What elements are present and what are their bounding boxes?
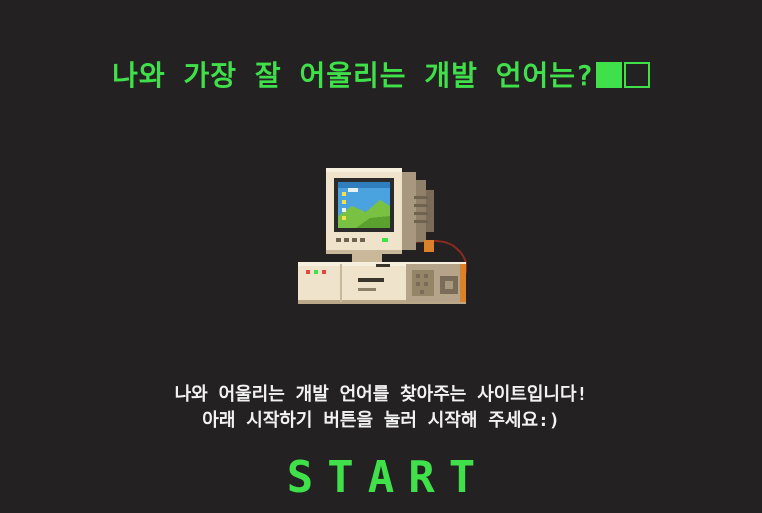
landing-page: 나와 가장 잘 어울리는 개발 언어는? 나와 어울리는 개발 언어를 찾아주는… bbox=[0, 0, 762, 513]
retro-computer-icon bbox=[298, 168, 468, 304]
cursor-blocks-icon bbox=[595, 59, 650, 99]
start-button[interactable]: START bbox=[0, 452, 762, 504]
filled-block-icon bbox=[595, 62, 622, 88]
empty-block-icon bbox=[623, 62, 650, 88]
description-line-2: 아래 시작하기 버튼을 눌러 시작해 주세요:) bbox=[202, 410, 560, 431]
page-title-text: 나와 가장 잘 어울리는 개발 언어는? bbox=[112, 59, 594, 92]
page-title: 나와 가장 잘 어울리는 개발 언어는? bbox=[0, 56, 762, 99]
description-line-1: 나와 어울리는 개발 언어를 찾아주는 사이트입니다! bbox=[174, 384, 588, 405]
description: 나와 어울리는 개발 언어를 찾아주는 사이트입니다! 아래 시작하기 버튼을 … bbox=[0, 382, 762, 434]
